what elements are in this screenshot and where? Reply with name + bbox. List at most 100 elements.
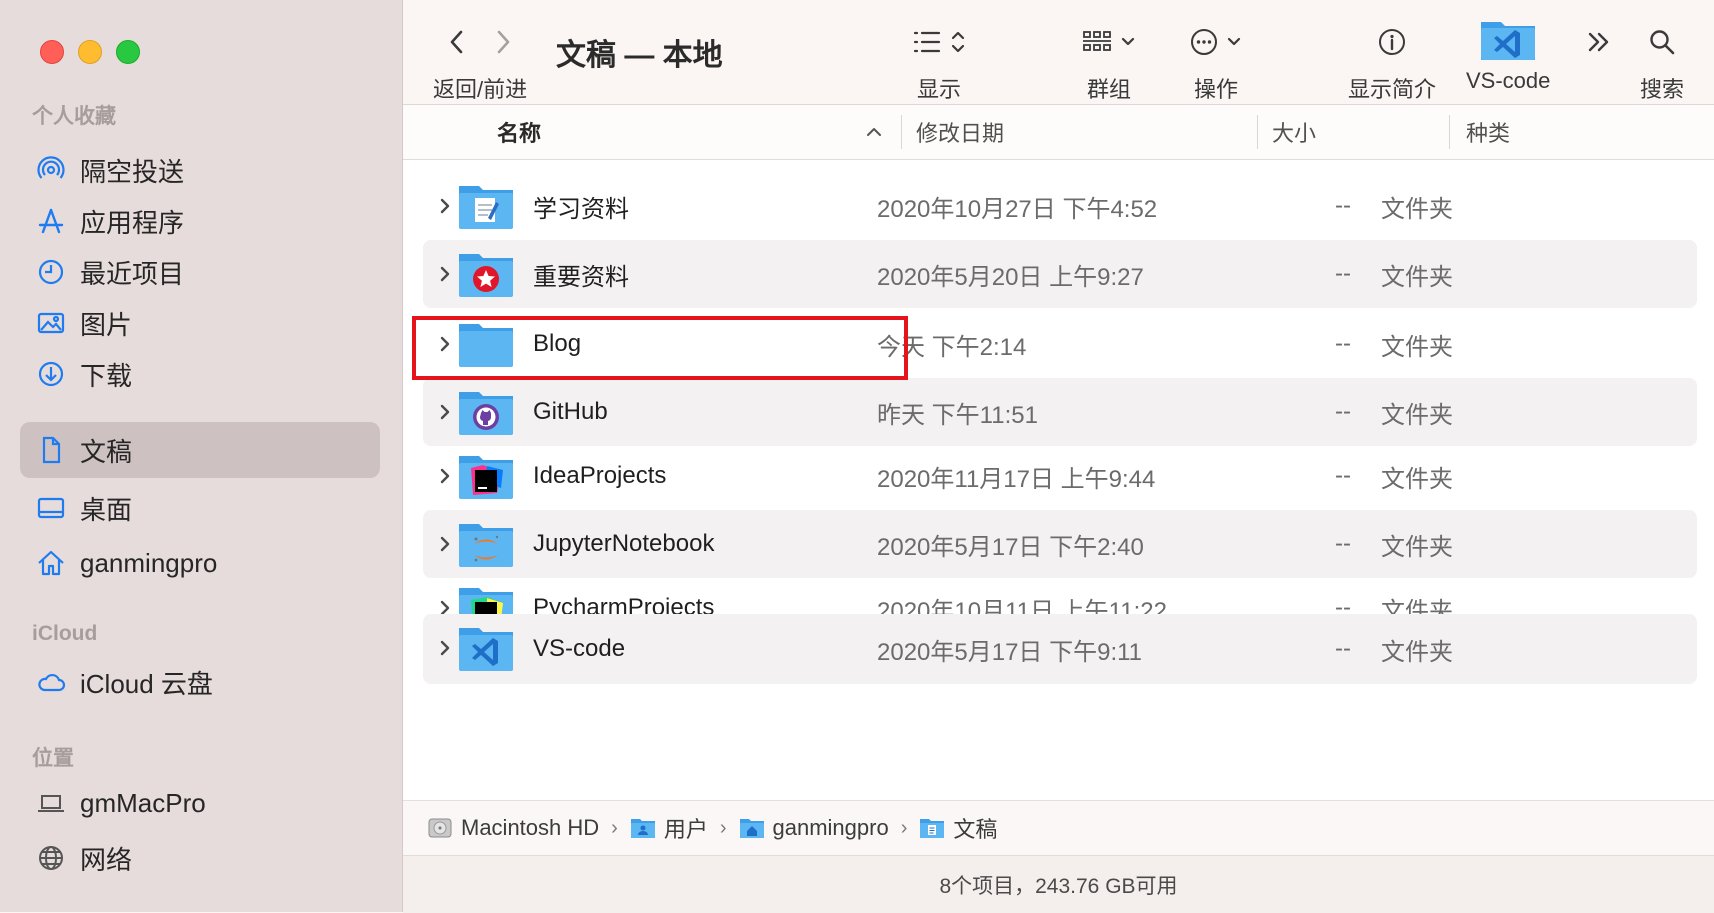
file-name: 重要资料 [533, 263, 629, 291]
column-header-date[interactable]: 修改日期 [916, 105, 1004, 159]
airdrop-icon [36, 155, 66, 185]
clock-icon [36, 257, 66, 287]
file-row[interactable]: JupyterNotebook 2020年5月17日 下午2:40 -- 文件夹 [423, 510, 1697, 578]
search-label: 搜索 [1640, 77, 1685, 102]
file-kind: 文件夹 [1381, 638, 1453, 666]
file-kind: 文件夹 [1381, 533, 1453, 561]
column-header-size[interactable]: 大小 [1272, 105, 1316, 159]
sidebar-item-applications[interactable]: 应用程序 [20, 193, 380, 249]
path-separator: › [900, 816, 908, 839]
file-row[interactable]: IdeaProjects 2020年11月17日 上午9:44 -- 文件夹 [423, 442, 1697, 510]
column-divider[interactable] [1257, 115, 1258, 149]
home-icon [36, 548, 66, 578]
sidebar-item-network[interactable]: 网络 [20, 830, 380, 886]
disclosure-chevron-icon[interactable] [437, 532, 453, 556]
disclosure-chevron-icon[interactable] [437, 194, 453, 218]
grid-icon [1083, 31, 1111, 51]
sort-ascending-icon[interactable] [865, 124, 883, 140]
column-header-size-label: 大小 [1272, 121, 1317, 146]
sidebar-item-documents[interactable]: 文稿 [20, 422, 380, 478]
group-button[interactable]: 群组 [1082, 22, 1136, 104]
status-bar: 8个项目，243.76 GB可用 [403, 855, 1714, 913]
back-icon[interactable] [447, 27, 467, 57]
sidebar-item-downloads[interactable]: 下载 [20, 346, 380, 402]
path-crumb-label: ganmingpro [772, 815, 889, 840]
file-size: -- [1335, 330, 1351, 357]
sidebar-section-icloud: iCloud [32, 622, 98, 645]
intellij-folder-icon [459, 456, 513, 499]
back-forward-group: 返回/前进 [433, 22, 527, 104]
sidebar-item-label: 桌面 [80, 494, 133, 525]
disclosure-chevron-icon[interactable] [437, 400, 453, 424]
search-button[interactable]: 搜索 [1640, 22, 1684, 104]
file-date: 2020年5月17日 下午9:11 [877, 638, 1143, 666]
path-crumb-documents[interactable]: 文稿 [919, 812, 997, 844]
sidebar-item-label: iCloud 云盘 [80, 668, 213, 699]
highlight-annotation-box [412, 316, 908, 380]
cloud-icon [36, 667, 66, 697]
action-button[interactable]: 操作 [1190, 22, 1242, 104]
file-name: IdeaProjects [533, 462, 667, 489]
file-row[interactable]: GitHub 昨天 下午11:51 -- 文件夹 [423, 378, 1697, 446]
ellipsis-circle-icon [1191, 29, 1217, 55]
close-button[interactable] [40, 40, 64, 64]
chevron-double-right-icon [1588, 32, 1609, 52]
notes-folder-icon [459, 186, 513, 229]
sidebar-item-label: 文稿 [80, 436, 133, 467]
column-header-name[interactable]: 名称 [497, 105, 541, 159]
more-toolbar-button[interactable] [1586, 22, 1612, 62]
sidebar-item-recents[interactable]: 最近项目 [20, 244, 380, 300]
file-date: 2020年10月27日 下午4:52 [877, 195, 1158, 223]
photo-icon [36, 308, 66, 338]
zoom-button[interactable] [116, 40, 140, 64]
file-list: 学习资料 2020年10月27日 下午4:52 -- 文件夹 重要资料 2020… [403, 160, 1714, 800]
file-size: -- [1335, 260, 1351, 287]
info-label: 显示简介 [1348, 77, 1437, 102]
sidebar-item-airdrop[interactable]: 隔空投送 [20, 142, 380, 198]
file-row[interactable]: VS-code 2020年5月17日 下午9:11 -- 文件夹 [423, 614, 1697, 684]
info-icon [1379, 29, 1405, 55]
path-crumb-home[interactable]: ganmingpro [739, 815, 889, 841]
file-date: 2020年5月20日 上午9:27 [877, 263, 1144, 291]
disclosure-chevron-icon[interactable] [437, 262, 453, 286]
vscode-label: VS-code [1466, 68, 1551, 93]
forward-icon[interactable] [493, 27, 513, 57]
sidebar-item-pictures[interactable]: 图片 [20, 295, 380, 351]
column-header-kind[interactable]: 种类 [1466, 105, 1510, 159]
applications-icon [36, 206, 66, 236]
sidebar-item-icloud-drive[interactable]: iCloud 云盘 [20, 654, 380, 710]
sidebar-item-label: 下载 [80, 360, 133, 391]
sidebar-item-mac[interactable]: gmMacPro [20, 775, 380, 831]
sidebar-item-home[interactable]: ganmingpro [20, 535, 380, 591]
file-size: -- [1335, 192, 1351, 219]
disclosure-chevron-icon[interactable] [437, 464, 453, 488]
sidebar-item-label: gmMacPro [80, 787, 206, 818]
file-name: JupyterNotebook [533, 530, 715, 557]
minimize-button[interactable] [78, 40, 102, 64]
column-divider[interactable] [901, 115, 902, 149]
path-crumb-disk[interactable]: Macintosh HD [427, 815, 599, 841]
action-label: 操作 [1193, 77, 1238, 102]
file-date: 昨天 下午11:51 [877, 401, 1038, 429]
path-crumb-users[interactable]: 用户 [630, 812, 708, 844]
search-icon [1650, 30, 1675, 55]
file-row[interactable]: 重要资料 2020年5月20日 上午9:27 -- 文件夹 [423, 240, 1697, 308]
document-icon [36, 435, 66, 465]
chevron-down-icon [1121, 37, 1135, 46]
column-divider[interactable] [1449, 115, 1450, 149]
home-folder-icon [739, 819, 764, 838]
disclosure-chevron-icon[interactable] [437, 636, 453, 660]
file-kind: 文件夹 [1381, 263, 1453, 291]
github-folder-icon [459, 392, 513, 435]
get-info-button[interactable]: 显示简介 [1348, 22, 1436, 104]
view-button[interactable]: 显示 [912, 22, 966, 104]
file-row[interactable]: 学习资料 2020年10月27日 下午4:52 -- 文件夹 [423, 172, 1697, 240]
vscode-button[interactable]: VS-code [1466, 16, 1550, 94]
column-header-name-label: 名称 [497, 121, 542, 146]
column-header-kind-label: 种类 [1466, 121, 1511, 146]
file-name: 学习资料 [533, 195, 629, 223]
column-headers: 名称 修改日期 大小 种类 [403, 105, 1714, 160]
jupyter-folder-icon [459, 524, 513, 567]
sidebar-section-favorites: 个人收藏 [32, 105, 116, 128]
sidebar-item-desktop[interactable]: 桌面 [20, 480, 380, 536]
